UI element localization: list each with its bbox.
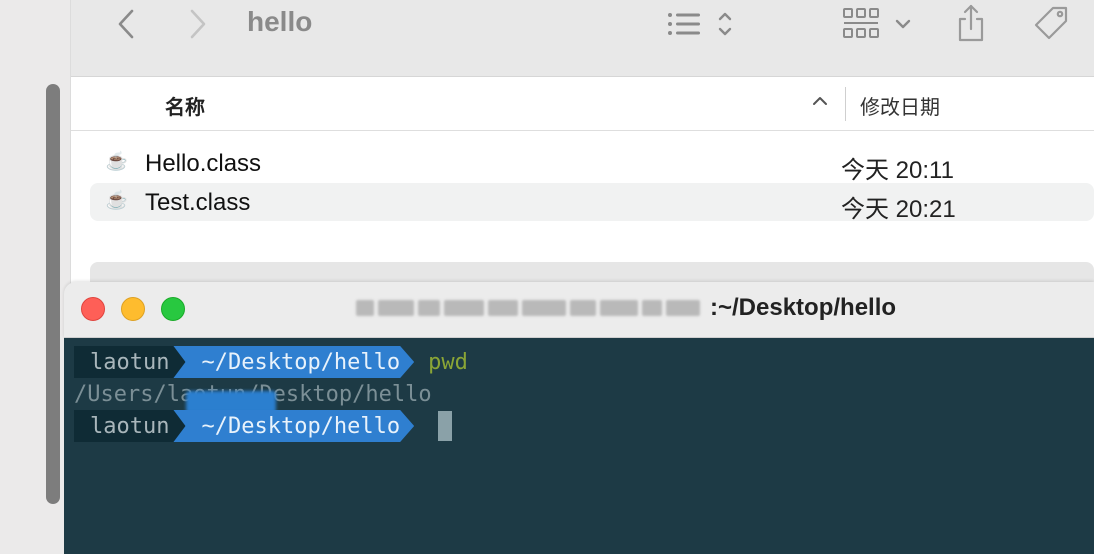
file-date: 今天 20:21 [841, 196, 956, 223]
back-button[interactable] [111, 8, 141, 40]
chevron-left-icon [118, 9, 134, 39]
close-button[interactable] [81, 297, 105, 321]
prompt-line: laotun ~/Desktop/hello pwd [74, 346, 468, 378]
zoom-button[interactable] [161, 297, 185, 321]
list-view-button[interactable] [663, 8, 739, 40]
prompt-path: ~/Desktop/hello [173, 346, 414, 378]
prompt-line: laotun ~/Desktop/hello [74, 410, 453, 442]
grid-view-icon [843, 8, 911, 38]
file-date: 今天 20:11 [841, 157, 954, 184]
column-name-header[interactable]: 名称 [165, 91, 205, 120]
file-name: Hello.class [145, 150, 262, 177]
chevron-right-icon [190, 9, 206, 39]
prompt-user: laotun [74, 410, 186, 442]
share-button[interactable] [951, 2, 991, 44]
terminal-window: :~/Desktop/hello laotun ~/Desktop/hello … [64, 282, 1094, 554]
sort-ascending-icon[interactable] [811, 91, 829, 112]
terminal-content[interactable]: laotun ~/Desktop/hello pwd /Users/laotun… [64, 338, 1094, 554]
list-view-icon [668, 12, 732, 36]
terminal-titlebar[interactable]: :~/Desktop/hello [64, 282, 1094, 338]
redacted-hostname [356, 293, 712, 323]
terminal-title-path: :~/Desktop/hello [710, 294, 897, 321]
finder-toolbar: hello [71, 0, 1094, 77]
column-header: 名称 修改日期 [71, 77, 1094, 131]
column-divider[interactable] [845, 87, 846, 121]
file-row[interactable]: ☕ Hello.class 今天 20:11 [90, 144, 1094, 184]
java-class-file-icon: ☕ [105, 151, 129, 171]
scrollbar[interactable] [46, 84, 60, 504]
prompt-user: laotun [74, 346, 186, 378]
window-title: hello [247, 6, 313, 37]
group-by-button[interactable] [841, 6, 917, 42]
prompt-path: ~/Desktop/hello [173, 410, 414, 442]
java-class-file-icon: ☕ [105, 190, 129, 210]
share-icon [958, 4, 984, 42]
tag-button[interactable] [1029, 4, 1073, 44]
file-row[interactable]: ☕ Test.class 今天 20:21 [90, 183, 1094, 223]
minimize-button[interactable] [121, 297, 145, 321]
column-date-header[interactable]: 修改日期 [860, 91, 940, 120]
tag-icon [1034, 6, 1068, 40]
text-cursor [438, 411, 453, 441]
forward-button[interactable] [183, 8, 213, 40]
background-window-edge [0, 0, 71, 554]
command-text: pwd [428, 349, 468, 375]
file-name: Test.class [145, 189, 251, 216]
